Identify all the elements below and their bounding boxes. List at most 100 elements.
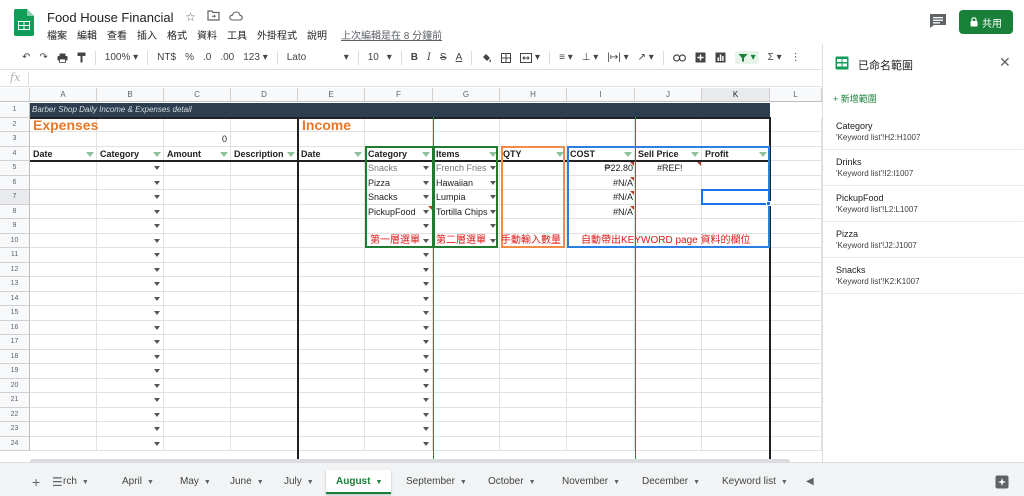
row-header-18[interactable]: 18 <box>0 349 30 364</box>
menu-view[interactable]: 查看 <box>107 27 127 42</box>
cell[interactable] <box>567 407 635 422</box>
fill-color-icon[interactable] <box>481 52 492 63</box>
dropdown-caret-icon[interactable] <box>154 412 160 417</box>
cell[interactable] <box>433 320 500 335</box>
menu-tools[interactable]: 工具 <box>227 27 247 42</box>
column-header-h[interactable]: H <box>500 88 567 102</box>
named-range-item[interactable]: Category 'Keyword list'!H2:H1007 <box>823 114 1023 150</box>
menu-addons[interactable]: 外掛程式 <box>257 27 297 42</box>
cell[interactable] <box>635 335 702 350</box>
cell[interactable] <box>433 132 500 147</box>
column-header-f[interactable]: F <box>365 88 433 102</box>
dropdown-caret-icon[interactable] <box>154 209 160 214</box>
dropdown-caret-icon[interactable] <box>154 267 160 272</box>
cell[interactable] <box>433 364 500 379</box>
cell[interactable] <box>702 248 770 263</box>
cell[interactable] <box>770 306 822 321</box>
income-header-date[interactable]: Date <box>301 147 321 161</box>
sheet-tab-april[interactable]: April ▼ <box>112 470 160 494</box>
chevron-down-icon[interactable]: ▼ <box>693 479 700 486</box>
cell[interactable] <box>298 262 365 277</box>
dropdown-caret-icon[interactable] <box>154 354 160 359</box>
cell[interactable] <box>231 161 298 176</box>
cell[interactable] <box>770 219 822 234</box>
cell[interactable] <box>567 117 635 132</box>
menu-edit[interactable]: 編輯 <box>77 27 97 42</box>
cell[interactable] <box>702 364 770 379</box>
dropdown-caret-icon[interactable] <box>154 311 160 315</box>
selected-cell-k7[interactable] <box>701 189 770 205</box>
row-header-19[interactable]: 19 <box>0 364 30 379</box>
expense-header-date[interactable]: Date <box>33 147 53 161</box>
cell[interactable] <box>500 262 567 277</box>
cell[interactable] <box>500 117 567 132</box>
dropdown-caret-icon[interactable] <box>423 296 429 301</box>
text-wrap-icon[interactable]: |↦| ▾ <box>607 52 628 63</box>
expense-header-amount[interactable]: Amount <box>167 147 201 161</box>
chevron-down-icon[interactable]: ▼ <box>82 479 89 486</box>
cell[interactable] <box>567 393 635 408</box>
cell[interactable] <box>433 393 500 408</box>
cell[interactable] <box>770 291 822 306</box>
undo-icon[interactable]: ↶ <box>22 52 30 63</box>
cell[interactable] <box>702 117 770 132</box>
cell[interactable] <box>231 132 298 147</box>
row-header-20[interactable]: 20 <box>0 378 30 393</box>
cell[interactable] <box>567 436 635 451</box>
cell[interactable] <box>164 233 231 248</box>
cell[interactable] <box>567 262 635 277</box>
cell[interactable] <box>164 132 231 147</box>
cell[interactable] <box>500 378 567 393</box>
named-range-item[interactable]: Drinks 'Keyword list'!I2:I1007 <box>823 150 1023 186</box>
column-header-j[interactable]: J <box>635 88 702 102</box>
cell[interactable] <box>298 175 365 190</box>
cell[interactable] <box>164 320 231 335</box>
cell[interactable] <box>164 248 231 263</box>
sheet-tab-may[interactable]: May ▼ <box>170 470 211 494</box>
cell[interactable] <box>298 407 365 422</box>
chevron-down-icon[interactable]: ▼ <box>204 479 211 486</box>
cell[interactable] <box>770 364 822 379</box>
cell[interactable] <box>433 291 500 306</box>
chevron-down-icon[interactable]: ▼ <box>375 479 382 486</box>
cell[interactable] <box>433 248 500 263</box>
sheet-tab-keyword-list[interactable]: Keyword list ▼ <box>712 470 800 494</box>
cell[interactable] <box>231 291 298 306</box>
cell[interactable] <box>635 320 702 335</box>
cell[interactable] <box>298 335 365 350</box>
cell[interactable] <box>635 436 702 451</box>
cell[interactable] <box>97 132 164 147</box>
chevron-down-icon[interactable]: ▼ <box>257 479 264 486</box>
cell[interactable] <box>164 117 231 132</box>
cell[interactable] <box>500 436 567 451</box>
cell[interactable] <box>770 393 822 408</box>
cell[interactable] <box>298 233 365 248</box>
cell[interactable] <box>164 175 231 190</box>
scroll-tabs-left-icon[interactable]: ◀ <box>806 476 814 487</box>
more-formats-button[interactable]: 123 ▾ <box>243 52 268 63</box>
cell[interactable] <box>298 422 365 437</box>
dropdown-caret-icon[interactable] <box>154 195 160 199</box>
cell[interactable] <box>164 378 231 393</box>
cell[interactable] <box>635 262 702 277</box>
row-header-23[interactable]: 23 <box>0 422 30 437</box>
cell[interactable] <box>298 320 365 335</box>
row-header-4[interactable]: 4 <box>0 146 30 161</box>
dropdown-caret-icon[interactable] <box>423 412 429 417</box>
filter-icon[interactable] <box>220 151 228 157</box>
cell[interactable] <box>702 422 770 437</box>
column-header-e[interactable]: E <box>298 88 365 102</box>
cell[interactable] <box>500 422 567 437</box>
cell[interactable] <box>433 117 500 132</box>
cell[interactable] <box>635 422 702 437</box>
cell[interactable] <box>500 320 567 335</box>
cell[interactable] <box>30 233 97 248</box>
cell[interactable] <box>30 161 97 176</box>
column-header-a[interactable]: A <box>30 88 97 102</box>
cell[interactable] <box>164 422 231 437</box>
cell[interactable] <box>298 161 365 176</box>
cell[interactable] <box>702 407 770 422</box>
cell[interactable] <box>500 364 567 379</box>
cell[interactable] <box>30 422 97 437</box>
expense-header-description[interactable]: Description <box>234 147 284 161</box>
